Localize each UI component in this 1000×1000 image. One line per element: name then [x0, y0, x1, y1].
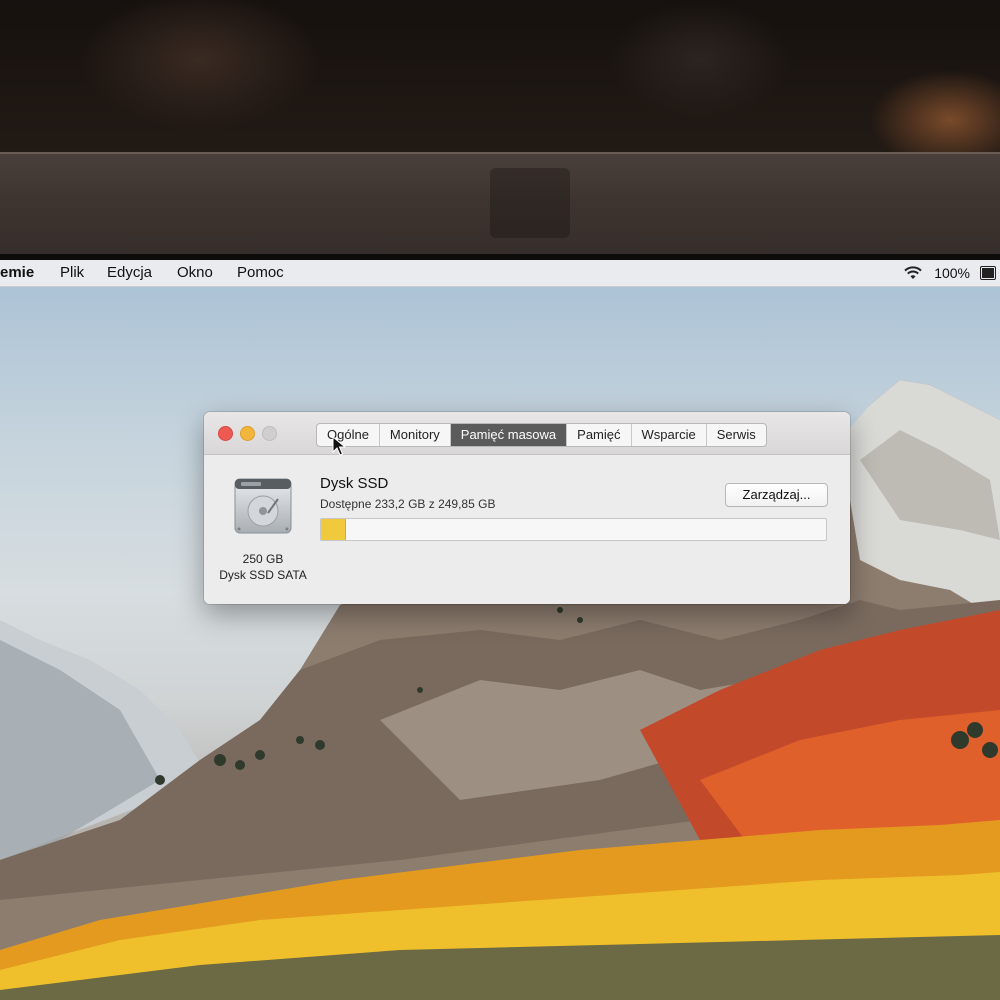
- manage-button[interactable]: Zarządzaj...: [725, 483, 828, 507]
- drive-available-space: Dostępne 233,2 GB z 249,85 GB: [320, 497, 496, 511]
- disk-type-label: Dysk SSD SATA: [219, 568, 307, 582]
- battery-icon[interactable]: [980, 266, 996, 280]
- menu-file[interactable]: Plik: [60, 263, 84, 283]
- menu-edit[interactable]: Edycja: [107, 263, 152, 283]
- storage-used-segment[interactable]: [321, 519, 346, 540]
- room-background: [0, 0, 1000, 155]
- window-titlebar[interactable]: Ogólne Monitory Pamięć masowa Pamięć Wsp…: [204, 412, 850, 455]
- tab-storage[interactable]: Pamięć masowa: [450, 424, 568, 446]
- disk-capacity-label: 250 GB: [242, 552, 284, 566]
- wifi-icon[interactable]: [902, 265, 924, 281]
- wallpaper: [0, 380, 1000, 1000]
- mouse-pointer-icon: [332, 436, 346, 456]
- menu-help[interactable]: Pomoc: [237, 263, 284, 283]
- drive-name: Dysk SSD: [320, 475, 389, 492]
- camera-housing: [490, 168, 570, 238]
- zoom-button[interactable]: [262, 426, 277, 441]
- close-button[interactable]: [218, 426, 233, 441]
- menu-bar: emie Plik Edycja Okno Pomoc 100%: [0, 260, 1000, 287]
- tab-memory[interactable]: Pamięć: [567, 424, 632, 446]
- tab-support[interactable]: Wsparcie: [632, 424, 707, 446]
- status-area: 100%: [902, 263, 1000, 283]
- storage-usage-bar: [320, 518, 827, 541]
- menu-app-name[interactable]: emie: [0, 263, 34, 283]
- tab-overview[interactable]: Ogólne: [317, 424, 380, 446]
- about-this-mac-window: Ogólne Monitory Pamięć masowa Pamięć Wsp…: [204, 412, 850, 604]
- tab-displays[interactable]: Monitory: [380, 424, 451, 446]
- minimize-button[interactable]: [240, 426, 255, 441]
- hard-drive-icon: [234, 478, 292, 534]
- storage-panel: 250 GB Dysk SSD SATA Dysk SSD Dostępne 2…: [204, 455, 850, 604]
- screen: emie Plik Edycja Okno Pomoc 100% Ogólne …: [0, 260, 1000, 1000]
- tab-service[interactable]: Serwis: [707, 424, 766, 446]
- tab-bar: Ogólne Monitory Pamięć masowa Pamięć Wsp…: [316, 423, 767, 447]
- battery-percentage[interactable]: 100%: [934, 265, 970, 281]
- menu-window[interactable]: Okno: [177, 263, 213, 283]
